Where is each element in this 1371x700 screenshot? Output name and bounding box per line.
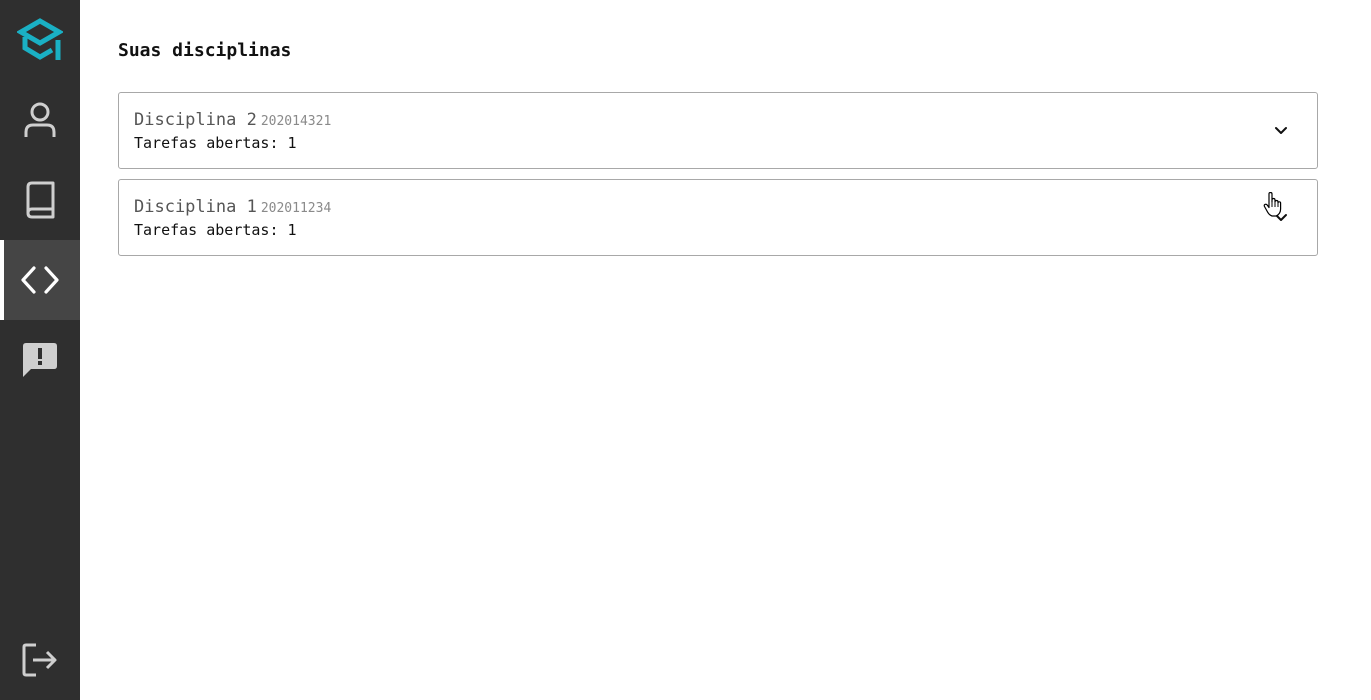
logo[interactable] [0,0,80,80]
course-name: Disciplina 1 [134,197,257,217]
course-code: 202011234 [260,201,332,216]
course-title-row: Disciplina 2 202014321 [134,110,331,130]
sidebar-item-profile[interactable] [0,80,80,160]
chevron-down-icon[interactable] [1273,123,1289,139]
page-title: Suas disciplinas [118,40,292,61]
open-tasks-count: Tarefas abertas: 1 [134,221,297,239]
sidebar-item-feedback[interactable] [0,320,80,400]
feedback-icon [23,343,57,377]
course-card[interactable]: Disciplina 1 202011234 Tarefas abertas: 1 [118,179,1318,256]
book-icon [26,181,55,219]
code-icon [21,266,59,294]
sidebar-item-code[interactable] [0,240,80,320]
graduation-cap-code-icon [17,18,63,60]
sidebar [0,0,80,700]
sidebar-item-logout[interactable] [0,620,80,700]
chevron-down-icon[interactable] [1273,210,1289,226]
logout-icon [22,643,57,677]
user-icon [24,102,56,137]
app-root: Suas disciplinas Disciplina 2 202014321 T… [0,0,1371,700]
open-tasks-count: Tarefas abertas: 1 [134,134,297,152]
course-name: Disciplina 2 [134,110,257,130]
sidebar-item-book[interactable] [0,160,80,240]
course-card[interactable]: Disciplina 2 202014321 Tarefas abertas: 1 [118,92,1318,169]
course-title-row: Disciplina 1 202011234 [134,197,331,217]
course-code: 202014321 [260,114,332,129]
